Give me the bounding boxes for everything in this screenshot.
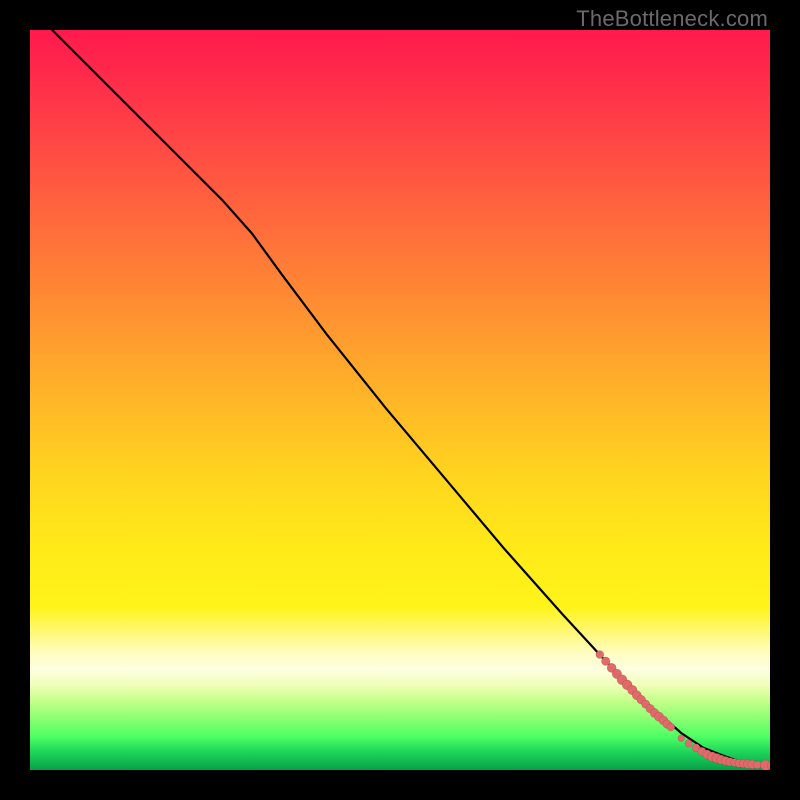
data-point xyxy=(667,723,675,731)
watermark-text: TheBottleneck.com xyxy=(576,6,768,32)
data-point xyxy=(685,740,692,747)
data-point xyxy=(678,735,685,742)
scatter-dots xyxy=(596,651,770,770)
main-curve xyxy=(52,30,770,766)
data-point xyxy=(596,651,604,659)
plot-area xyxy=(30,30,770,770)
chart-frame: TheBottleneck.com xyxy=(0,0,800,800)
chart-overlay xyxy=(30,30,770,770)
